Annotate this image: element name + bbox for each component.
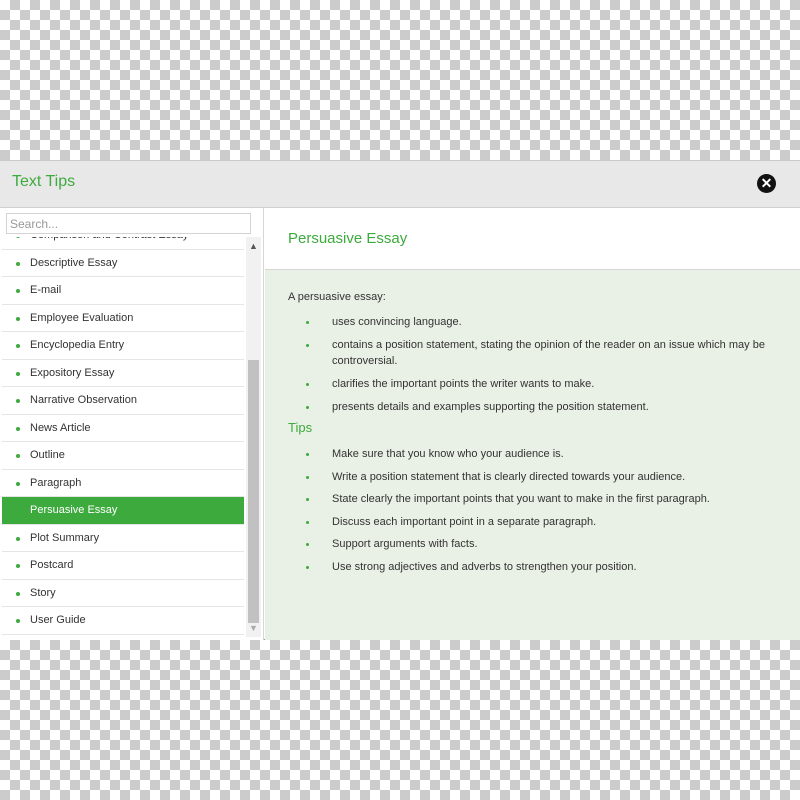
bullet-icon bbox=[16, 371, 20, 376]
sidebar-item-label: Paragraph bbox=[30, 476, 82, 489]
sidebar-item[interactable]: News Article bbox=[2, 415, 244, 442]
sidebar-item[interactable]: User Guide bbox=[2, 607, 244, 635]
bullet-icon bbox=[16, 289, 20, 293]
bullet-icon bbox=[306, 565, 309, 569]
list-item: clarifies the important points the write… bbox=[265, 376, 800, 392]
list-item-text: Support arguments with facts. bbox=[332, 538, 478, 550]
sidebar-item[interactable]: Comparison and Contrast Essay bbox=[2, 237, 244, 250]
list-item-text: State clearly the important points that … bbox=[332, 493, 710, 505]
tips-heading: Tips bbox=[288, 420, 313, 435]
content-title: Persuasive Essay bbox=[288, 230, 408, 247]
sidebar-item[interactable]: Persuasive Essay bbox=[2, 497, 244, 525]
list-item-text: uses convincing language. bbox=[332, 316, 462, 328]
bullet-icon bbox=[306, 383, 309, 386]
bullet-icon bbox=[306, 453, 309, 456]
content-body: A persuasive essay: uses convincing lang… bbox=[265, 270, 800, 640]
sidebar-item[interactable]: Employee Evaluation bbox=[2, 305, 244, 332]
sidebar-item-label: News Article bbox=[30, 421, 91, 434]
sidebar-item-label: Expository Essay bbox=[30, 366, 115, 379]
bullet-icon bbox=[16, 591, 20, 596]
sidebar-item-label: Plot Summary bbox=[30, 531, 100, 544]
sidebar-item-label: Outline bbox=[30, 449, 65, 461]
bullet-icon bbox=[306, 344, 309, 347]
sidebar-item-label: Encyclopedia Entry bbox=[30, 339, 125, 351]
sidebar-item-label: Story bbox=[30, 586, 56, 599]
sidebar-scrollbar[interactable]: ▲ ▼ bbox=[246, 237, 261, 637]
bullet-icon bbox=[306, 406, 309, 409]
bullet-icon bbox=[16, 454, 20, 458]
sidebar-item-label: Employee Evaluation bbox=[30, 311, 134, 324]
list-item-text: Use strong adjectives and adverbs to str… bbox=[332, 560, 637, 573]
sidebar-item-label: Narrative Observation bbox=[30, 394, 137, 406]
bullet-icon bbox=[16, 564, 20, 568]
sidebar-item-label: E-mail bbox=[30, 284, 62, 296]
text-tips-dialog: Text Tips ✕ Comparison and Contrast Essa… bbox=[0, 160, 800, 640]
list-item: Write a position statement that is clear… bbox=[265, 469, 800, 485]
bullet-icon bbox=[16, 481, 20, 486]
bullet-icon bbox=[16, 619, 20, 623]
dialog-titlebar: Text Tips ✕ bbox=[0, 161, 800, 208]
sidebar-item[interactable]: Narrative Observation bbox=[2, 387, 244, 415]
points-list: uses convincing language. contains a posi… bbox=[265, 314, 800, 422]
sidebar-item-label: Postcard bbox=[30, 559, 74, 571]
list-item-text: Make sure that you know who your audienc… bbox=[332, 448, 564, 460]
content-intro: A persuasive essay: bbox=[288, 291, 386, 303]
content-header: Persuasive Essay bbox=[265, 208, 800, 270]
list-item: State clearly the important points that … bbox=[265, 491, 800, 507]
list-item: Support arguments with facts. bbox=[265, 536, 800, 552]
sidebar-list-viewport: Comparison and Contrast Essay Descriptive… bbox=[2, 237, 244, 637]
bullet-icon bbox=[306, 321, 309, 324]
bullet-icon bbox=[16, 237, 20, 238]
bullet-icon bbox=[16, 316, 20, 321]
bullet-icon bbox=[306, 498, 309, 501]
bullet-icon bbox=[16, 261, 20, 266]
tips-list: Make sure that you know who your audienc… bbox=[265, 446, 800, 581]
list-item-text: contains a position statement, stating t… bbox=[332, 339, 765, 367]
scroll-down-arrow-icon[interactable]: ▼ bbox=[246, 622, 261, 637]
sidebar-item[interactable]: Story bbox=[2, 580, 244, 607]
sidebar-item[interactable]: Plot Summary bbox=[2, 525, 244, 552]
close-icon[interactable]: ✕ bbox=[757, 174, 776, 193]
sidebar-item[interactable]: Paragraph bbox=[2, 470, 244, 497]
sidebar-item[interactable]: Descriptive Essay bbox=[2, 250, 244, 277]
scrollbar-thumb[interactable] bbox=[248, 360, 259, 623]
search-input[interactable] bbox=[6, 213, 251, 234]
bullet-icon bbox=[16, 344, 20, 348]
sidebar-item-label: Comparison and Contrast Essay bbox=[30, 237, 188, 241]
sidebar-item[interactable]: Expository Essay bbox=[2, 360, 244, 387]
list-item: uses convincing language. bbox=[265, 314, 800, 330]
list-item-text: Write a position statement that is clear… bbox=[332, 470, 686, 483]
bullet-icon bbox=[16, 426, 20, 431]
scroll-up-arrow-icon[interactable]: ▲ bbox=[246, 237, 261, 252]
list-item: presents details and examples supporting… bbox=[265, 399, 800, 415]
sidebar: Comparison and Contrast Essay Descriptive… bbox=[0, 208, 264, 640]
list-item: Use strong adjectives and adverbs to str… bbox=[265, 559, 800, 575]
list-item: Make sure that you know who your audienc… bbox=[265, 446, 800, 462]
sidebar-item-label: User Guide bbox=[30, 614, 86, 626]
sidebar-item-label: Descriptive Essay bbox=[30, 256, 118, 269]
list-item-text: Discuss each important point in a separa… bbox=[332, 515, 597, 528]
dialog-title: Text Tips bbox=[12, 173, 76, 190]
bullet-icon bbox=[306, 520, 309, 524]
bullet-icon bbox=[16, 509, 20, 513]
sidebar-list: Comparison and Contrast Essay Descriptive… bbox=[2, 237, 244, 635]
list-item: Discuss each important point in a separa… bbox=[265, 514, 800, 530]
sidebar-item[interactable]: E-mail bbox=[2, 277, 244, 305]
list-item-text: presents details and examples supporting… bbox=[332, 401, 649, 413]
sidebar-item[interactable]: Encyclopedia Entry bbox=[2, 332, 244, 360]
bullet-icon bbox=[16, 536, 20, 541]
sidebar-item[interactable]: Outline bbox=[2, 442, 244, 470]
sidebar-item[interactable]: Postcard bbox=[2, 552, 244, 580]
list-item-text: clarifies the important points the write… bbox=[332, 378, 595, 390]
bullet-icon bbox=[16, 399, 20, 403]
bullet-icon bbox=[306, 475, 309, 479]
bullet-icon bbox=[306, 543, 309, 546]
list-item: contains a position statement, stating t… bbox=[265, 337, 800, 369]
sidebar-item-label: Persuasive Essay bbox=[30, 504, 118, 516]
